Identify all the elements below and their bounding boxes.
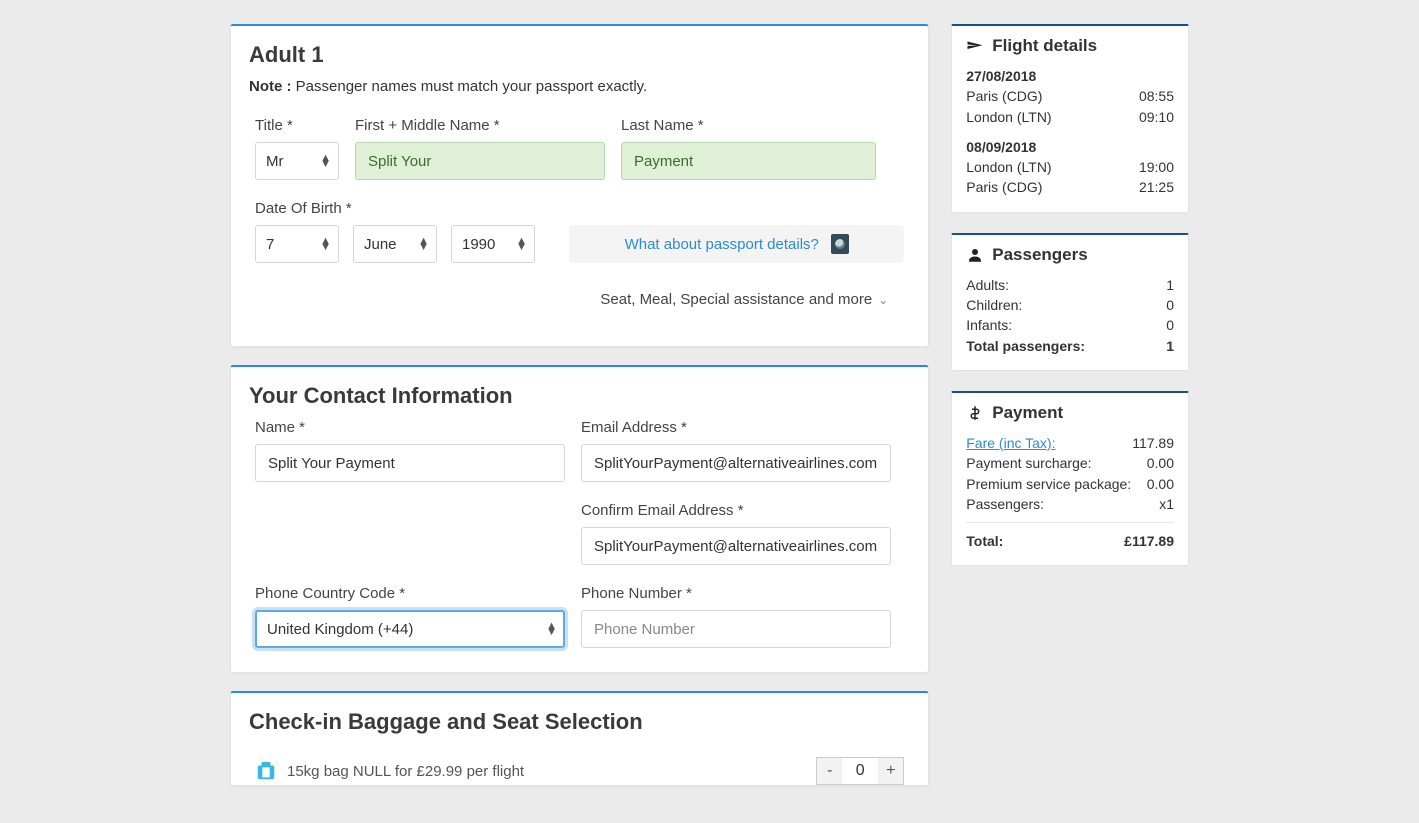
contact-heading: Your Contact Information	[249, 383, 910, 409]
airplane-icon	[966, 37, 984, 55]
dob-label: Date Of Birth *	[255, 200, 535, 217]
flight-details-heading: Flight details	[992, 36, 1097, 56]
confirm-email-label: Confirm Email Address *	[581, 502, 891, 519]
stepper-decrement[interactable]: -	[816, 757, 842, 785]
baggage-card: Check-in Baggage and Seat Selection 15kg…	[230, 691, 929, 786]
payment-heading: Payment	[992, 403, 1063, 423]
fare-link[interactable]: Fare (inc Tax):	[966, 433, 1055, 453]
passport-details-pill: What about passport details?	[569, 225, 904, 263]
first-name-label: First + Middle Name *	[355, 117, 605, 134]
contact-name-label: Name *	[255, 419, 565, 436]
email-label: Email Address *	[581, 419, 891, 436]
baggage-stepper: - 0 +	[816, 757, 904, 785]
passport-details-link[interactable]: What about passport details?	[625, 236, 819, 253]
country-code-label: Phone Country Code *	[255, 585, 565, 602]
divider	[966, 522, 1174, 523]
phone-label: Phone Number *	[581, 585, 891, 602]
country-code-select[interactable]: United Kingdom (+44)	[255, 610, 565, 648]
title-select[interactable]: Mr	[255, 142, 339, 180]
dob-year-select[interactable]: 1990	[451, 225, 535, 263]
last-name-label: Last Name *	[621, 117, 876, 134]
dollar-icon	[966, 404, 984, 422]
dob-month-select[interactable]: June	[353, 225, 437, 263]
passport-note: Note : Passenger names must match your p…	[249, 78, 910, 95]
passengers-card: Passengers Adults:1 Children:0 Infants:0…	[951, 233, 1189, 371]
baggage-item-text: 15kg bag NULL for £29.99 per flight	[287, 763, 524, 780]
title-label: Title *	[255, 117, 339, 134]
flight-details-card: Flight details 27/08/2018 Paris (CDG)08:…	[951, 24, 1189, 213]
passport-icon	[831, 234, 849, 254]
stepper-increment[interactable]: +	[878, 757, 904, 785]
stepper-count: 0	[842, 757, 878, 785]
payment-card: Payment Fare (inc Tax):117.89 Payment su…	[951, 391, 1189, 566]
phone-input[interactable]	[581, 610, 891, 648]
passengers-heading: Passengers	[992, 245, 1087, 265]
contact-card: Your Contact Information Name * Email Ad…	[230, 365, 929, 673]
email-input[interactable]	[581, 444, 891, 482]
baggage-heading: Check-in Baggage and Seat Selection	[249, 709, 910, 735]
person-icon	[966, 246, 984, 264]
passenger-heading: Adult 1	[249, 42, 910, 68]
contact-name-input[interactable]	[255, 444, 565, 482]
dob-day-select[interactable]: 7	[255, 225, 339, 263]
passenger-card: Adult 1 Note : Passenger names must matc…	[230, 24, 929, 347]
more-options-toggle[interactable]: Seat, Meal, Special assistance and more⌄	[249, 283, 910, 322]
chevron-down-icon: ⌄	[878, 293, 888, 307]
confirm-email-input[interactable]	[581, 527, 891, 565]
title-select-wrap: Mr ▲▼	[255, 142, 339, 180]
last-name-input[interactable]	[621, 142, 876, 180]
suitcase-icon	[255, 760, 277, 782]
country-code-select-wrap: United Kingdom (+44) ▲▼	[255, 610, 565, 648]
first-name-input[interactable]	[355, 142, 605, 180]
